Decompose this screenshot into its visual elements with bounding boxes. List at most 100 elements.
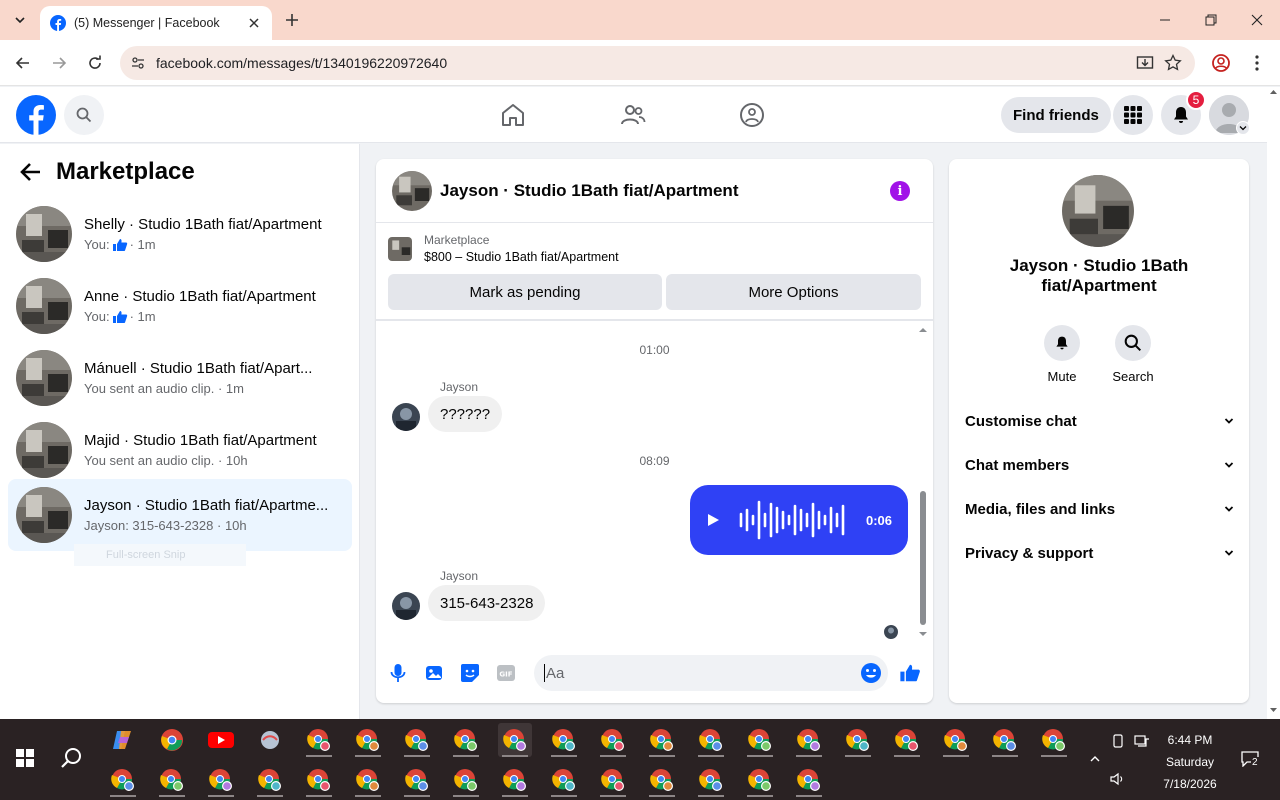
facebook-logo-icon[interactable]	[16, 95, 56, 135]
marketplace-listing[interactable]: Marketplace $800 – Studio 1Bath fiat/Apa…	[388, 233, 619, 264]
chrome-window-app[interactable]	[498, 763, 532, 797]
chrome-window-app[interactable]	[155, 763, 189, 797]
attach-photo-button[interactable]	[422, 661, 446, 685]
close-tab-icon[interactable]	[246, 15, 262, 31]
install-app-button[interactable]	[1131, 49, 1159, 77]
system-clock[interactable]: 6:44 PM Saturday 7/18/2026	[1160, 729, 1220, 795]
send-like-button[interactable]	[898, 661, 922, 685]
sticker-button[interactable]	[458, 661, 482, 685]
chrome-window-app[interactable]	[302, 763, 336, 797]
chrome-window-app[interactable]	[743, 763, 777, 797]
chrome-window-app[interactable]	[449, 723, 483, 757]
back-arrow-icon[interactable]	[20, 162, 42, 182]
chrome-window-app[interactable]	[547, 763, 581, 797]
chrome-window-app[interactable]	[302, 723, 336, 757]
conversation-item-jayson[interactable]: Jayson · Studio 1Bath fiat/Apartme... Ja…	[8, 479, 352, 551]
friends-nav-button[interactable]	[617, 99, 649, 131]
mute-button[interactable]: Mute	[1032, 325, 1092, 384]
site-settings-icon[interactable]	[130, 55, 146, 71]
browser-menu-button[interactable]	[1244, 50, 1270, 76]
chrome-window-app[interactable]	[841, 723, 875, 757]
account-menu-chevron[interactable]	[1236, 121, 1250, 135]
chrome-window-app[interactable]	[351, 723, 385, 757]
chat-title[interactable]: Jayson · Studio 1Bath fiat/Apartment	[440, 181, 738, 201]
conversation-item-manuell[interactable]: Mánuell · Studio 1Bath fiat/Apart... You…	[8, 342, 352, 414]
copilot-app[interactable]	[106, 723, 140, 757]
minimize-button[interactable]	[1142, 0, 1188, 40]
sender-avatar[interactable]	[392, 403, 420, 431]
chrome-window-app[interactable]	[547, 723, 581, 757]
message-input[interactable]: Aa	[534, 655, 888, 691]
chrome-window-app[interactable]	[792, 723, 826, 757]
page-scrollbar[interactable]	[1267, 87, 1280, 719]
chrome-window-app[interactable]	[694, 763, 728, 797]
home-nav-button[interactable]	[497, 99, 529, 131]
audio-message[interactable]: 0:06	[690, 485, 908, 555]
play-icon[interactable]	[706, 513, 720, 527]
media-files-links-row[interactable]: Media, files and links	[965, 489, 1235, 529]
show-hidden-icons-button[interactable]	[1085, 749, 1105, 769]
customise-chat-row[interactable]: Customise chat	[965, 401, 1235, 441]
forward-button[interactable]	[46, 50, 72, 76]
app-shortcut[interactable]	[253, 723, 287, 757]
chrome-window-app[interactable]	[988, 723, 1022, 757]
incoming-message[interactable]: ??????	[428, 396, 503, 432]
chrome-window-app[interactable]	[449, 763, 483, 797]
new-tab-icon[interactable]	[282, 10, 302, 30]
chrome-app[interactable]	[155, 723, 189, 757]
chrome-window-app[interactable]	[204, 763, 238, 797]
chrome-window-app[interactable]	[743, 723, 777, 757]
more-options-button[interactable]: More Options	[666, 274, 921, 310]
network-icon[interactable]	[1132, 731, 1152, 751]
search-in-chat-button[interactable]: Search	[1103, 325, 1163, 384]
bookmark-button[interactable]	[1159, 49, 1187, 77]
chrome-window-app[interactable]	[939, 723, 973, 757]
conversation-item-anne[interactable]: Anne · Studio 1Bath fiat/Apartment You: ·…	[8, 270, 352, 342]
chrome-window-app[interactable]	[890, 723, 924, 757]
browser-tab[interactable]: (5) Messenger | Facebook	[40, 6, 272, 40]
chrome-window-app[interactable]	[792, 763, 826, 797]
chrome-window-app[interactable]	[645, 723, 679, 757]
gif-button[interactable]: GIF	[494, 661, 518, 685]
start-button[interactable]	[8, 741, 42, 775]
url-text[interactable]: facebook.com/messages/t/1340196220972640	[156, 55, 1131, 71]
profile-button[interactable]	[1208, 50, 1234, 76]
privacy-support-row[interactable]: Privacy & support	[965, 533, 1235, 573]
chrome-window-app[interactable]	[400, 763, 434, 797]
chrome-window-app[interactable]	[106, 763, 140, 797]
chrome-window-app[interactable]	[596, 763, 630, 797]
conversation-item-majid[interactable]: Majid · Studio 1Bath fiat/Apartment You …	[8, 414, 352, 486]
close-window-button[interactable]	[1234, 0, 1280, 40]
back-button[interactable]	[10, 50, 36, 76]
chrome-window-app[interactable]	[498, 723, 532, 757]
message-scrollbar[interactable]	[916, 325, 930, 641]
chrome-window-app[interactable]	[596, 723, 630, 757]
chrome-window-app[interactable]	[694, 723, 728, 757]
chat-members-row[interactable]: Chat members	[965, 445, 1235, 485]
chrome-window-app[interactable]	[1037, 723, 1071, 757]
voice-clip-button[interactable]	[386, 661, 410, 685]
info-button[interactable]: i	[890, 181, 910, 201]
facebook-search-button[interactable]	[64, 95, 104, 135]
groups-nav-button[interactable]	[736, 99, 768, 131]
find-friends-button[interactable]: Find friends	[1001, 97, 1111, 133]
notification-center-button[interactable]: 2	[1237, 749, 1263, 769]
tab-search-button[interactable]	[8, 8, 32, 32]
scrollbar-thumb[interactable]	[920, 491, 926, 625]
conversation-item-shelly[interactable]: Shelly · Studio 1Bath fiat/Apartment You…	[8, 198, 352, 270]
chrome-window-app[interactable]	[400, 723, 434, 757]
tray-app-icon[interactable]	[1108, 731, 1128, 751]
chrome-window-app[interactable]	[253, 763, 287, 797]
youtube-app[interactable]	[204, 723, 238, 757]
incoming-message[interactable]: 315-643-2328	[428, 585, 546, 621]
emoji-icon[interactable]	[860, 662, 882, 684]
chrome-window-app[interactable]	[645, 763, 679, 797]
taskbar-search-button[interactable]	[55, 741, 89, 775]
address-bar[interactable]: facebook.com/messages/t/1340196220972640	[120, 46, 1195, 80]
volume-icon[interactable]	[1108, 769, 1128, 789]
profile-avatar-large[interactable]	[1062, 175, 1134, 247]
restore-button[interactable]	[1188, 0, 1234, 40]
sender-avatar[interactable]	[392, 592, 420, 620]
chat-avatar[interactable]	[392, 170, 432, 211]
chrome-window-app[interactable]	[351, 763, 385, 797]
